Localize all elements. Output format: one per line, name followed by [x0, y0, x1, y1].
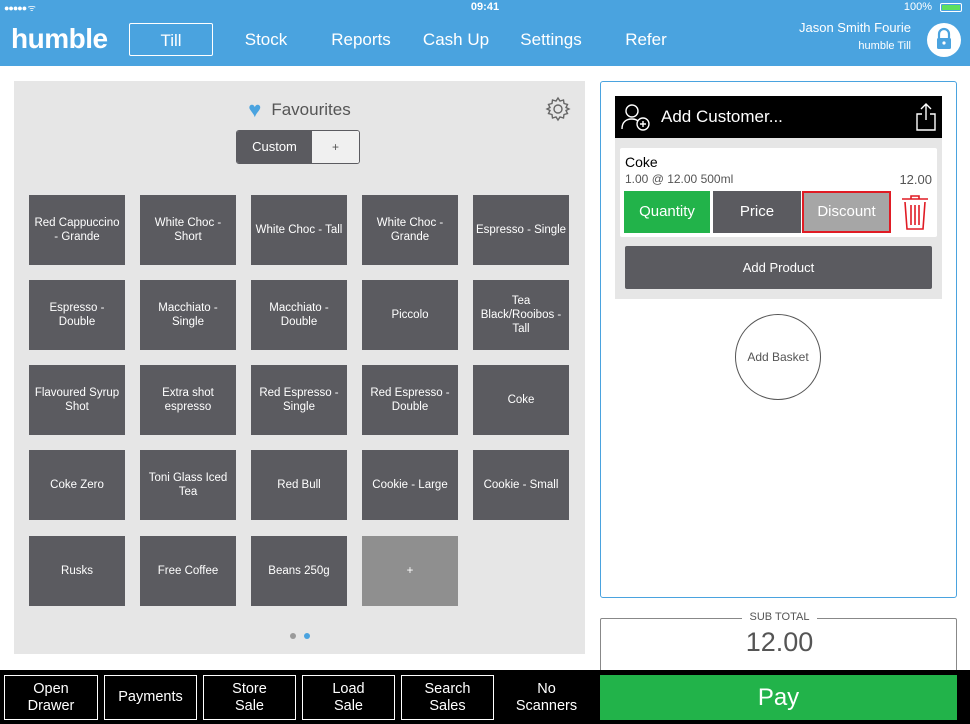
tab-reports[interactable]: Reports — [325, 23, 397, 56]
add-tile-button[interactable]: + — [362, 536, 458, 606]
add-customer-icon — [621, 104, 650, 131]
quantity-button[interactable]: Quantity — [624, 191, 710, 233]
lock-button[interactable] — [927, 23, 961, 57]
product-tile[interactable]: Coke Zero — [29, 450, 125, 520]
basket-contents: Add Customer... Coke 1.00 @ 12.00 500ml … — [615, 96, 942, 299]
page-dot[interactable] — [289, 633, 296, 639]
product-tile[interactable]: Beans 250g — [251, 536, 347, 606]
share-icon[interactable] — [915, 102, 937, 132]
add-product-button[interactable]: Add Product — [625, 246, 932, 289]
battery-percent: 100% — [903, 1, 932, 13]
gear-icon[interactable] — [545, 96, 571, 122]
heart-icon: ♥ — [248, 97, 262, 122]
subtotal-value: 12.00 — [745, 627, 814, 657]
product-tile[interactable]: Red Espresso - Single — [251, 365, 347, 435]
product-tile[interactable]: White Choc - Tall — [251, 195, 347, 265]
subtotal-box: SUB TOTAL 12.00 — [600, 611, 957, 678]
basket-line-item[interactable]: Coke 1.00 @ 12.00 500ml 12.00 Quantity P… — [620, 148, 937, 237]
item-total: 12.00 — [899, 172, 932, 187]
tab-refer[interactable]: Refer — [618, 23, 674, 56]
till-name: humble Till — [858, 40, 911, 52]
status-time: 09:41 — [470, 1, 500, 13]
tab-cash-up[interactable]: Cash Up — [420, 23, 492, 56]
bottom-toolbar: Open Drawer Payments Store Sale Load Sal… — [0, 670, 970, 724]
payments-button[interactable]: Payments — [104, 675, 197, 720]
pay-button[interactable]: Pay — [600, 675, 957, 720]
search-sales-button[interactable]: Search Sales — [401, 675, 494, 720]
favourites-panel: ♥ Favourites Custom + Red Cappuccino - Gr… — [14, 81, 585, 654]
item-name: Coke — [625, 154, 658, 170]
tab-till[interactable]: Till — [129, 23, 213, 56]
store-sale-button[interactable]: Store Sale — [203, 675, 296, 720]
page-dot-active[interactable] — [303, 633, 310, 639]
product-tile[interactable]: Free Coffee — [140, 536, 236, 606]
product-tile[interactable]: White Choc - Short — [140, 195, 236, 265]
product-tile[interactable]: Macchiato - Double — [251, 280, 347, 350]
load-sale-button[interactable]: Load Sale — [302, 675, 395, 720]
add-customer-bar[interactable]: Add Customer... — [615, 96, 942, 138]
product-tile[interactable]: Coke — [473, 365, 569, 435]
tab-settings[interactable]: Settings — [514, 23, 588, 56]
no-scanners-status[interactable]: No Scanners — [500, 675, 593, 720]
product-tile[interactable]: Red Bull — [251, 450, 347, 520]
segment-custom[interactable]: Custom — [237, 131, 312, 163]
status-bar: ●●●●● ᯤ 09:41 100% — [0, 0, 970, 14]
subtotal-label: SUB TOTAL — [741, 611, 818, 623]
item-detail: 1.00 @ 12.00 500ml — [625, 172, 734, 186]
tab-stock[interactable]: Stock — [233, 23, 299, 56]
favourites-header: ♥ Favourites — [14, 97, 585, 123]
discount-button[interactable]: Discount — [802, 191, 891, 233]
product-tile[interactable]: Macchiato - Single — [140, 280, 236, 350]
product-tile[interactable]: Cookie - Small — [473, 450, 569, 520]
product-tile[interactable]: Rusks — [29, 536, 125, 606]
product-tile[interactable]: Red Cappuccino - Grande — [29, 195, 125, 265]
humble-logo: humble — [11, 23, 108, 54]
product-tile[interactable]: White Choc - Grande — [362, 195, 458, 265]
battery-icon — [940, 3, 962, 12]
product-tile[interactable]: Cookie - Large — [362, 450, 458, 520]
add-customer-label: Add Customer... — [661, 107, 783, 126]
trash-icon[interactable] — [900, 193, 930, 231]
favourites-segment: Custom + — [236, 130, 360, 164]
user-name: Jason Smith Fourie — [799, 20, 911, 35]
top-nav: humble Till Stock Reports Cash Up Settin… — [0, 14, 970, 66]
product-tile[interactable]: Toni Glass Iced Tea — [140, 450, 236, 520]
product-tile[interactable]: Extra shot espresso — [140, 365, 236, 435]
favourites-title: Favourites — [271, 100, 351, 119]
product-tile[interactable]: Tea Black/Rooibos - Tall — [473, 280, 569, 350]
basket-panel: Add Customer... Coke 1.00 @ 12.00 500ml … — [600, 81, 957, 598]
product-tile[interactable]: Red Espresso - Double — [362, 365, 458, 435]
product-tile[interactable]: Flavoured Syrup Shot — [29, 365, 125, 435]
page-indicator[interactable] — [14, 626, 585, 644]
lock-icon — [937, 27, 951, 49]
add-basket-button[interactable]: Add Basket — [735, 314, 821, 400]
segment-add[interactable]: + — [312, 131, 359, 163]
price-button[interactable]: Price — [713, 191, 801, 233]
open-drawer-button[interactable]: Open Drawer — [4, 675, 98, 720]
product-tile[interactable]: Espresso - Single — [473, 195, 569, 265]
product-tile[interactable]: Piccolo — [362, 280, 458, 350]
product-tile[interactable]: Espresso - Double — [29, 280, 125, 350]
